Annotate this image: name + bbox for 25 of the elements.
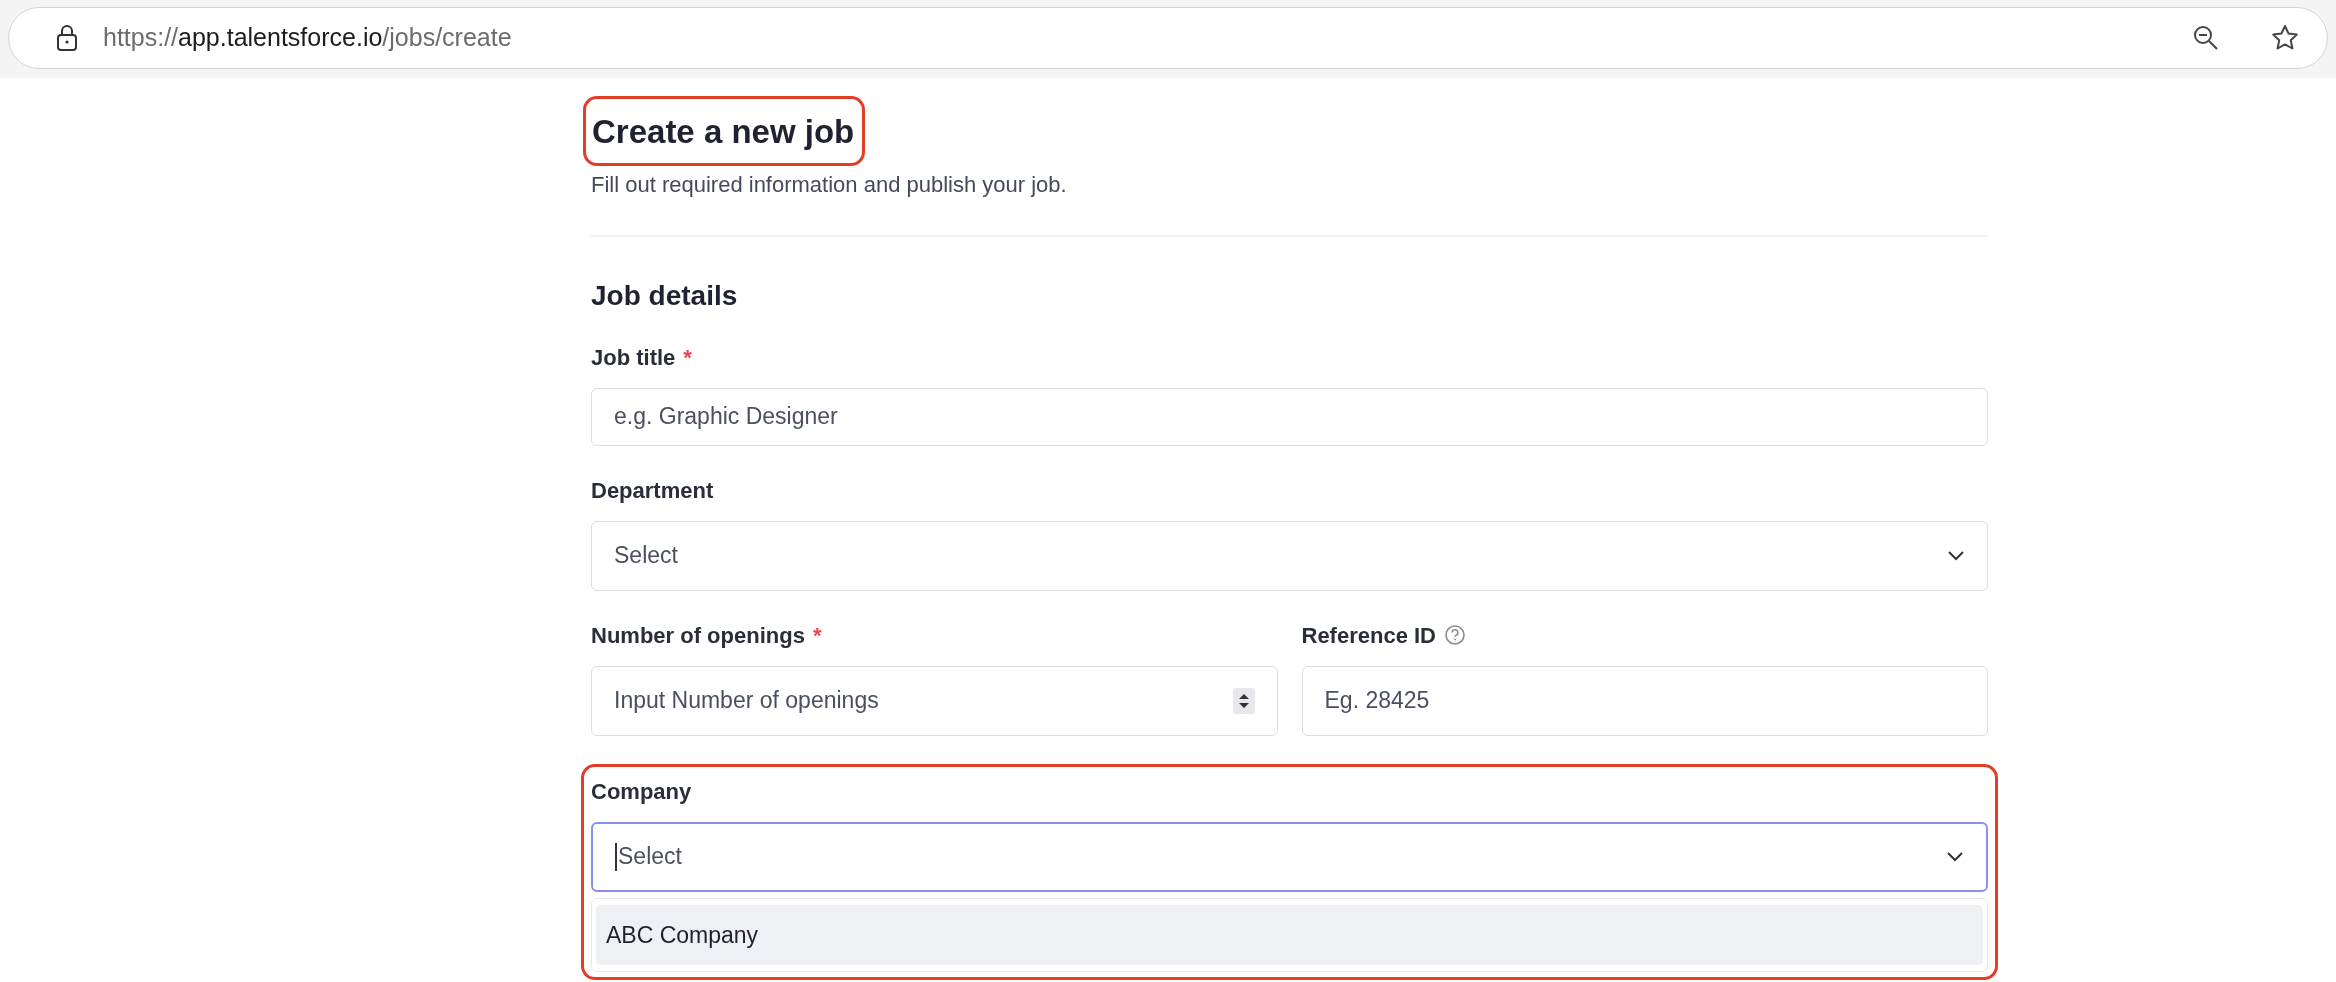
bookmark-star-icon[interactable] xyxy=(2271,24,2299,52)
chevron-down-icon xyxy=(1946,850,1964,863)
zoom-out-icon[interactable] xyxy=(2193,25,2219,51)
help-icon[interactable] xyxy=(1444,624,1466,646)
lock-icon xyxy=(55,24,79,52)
required-asterisk: * xyxy=(812,621,822,650)
number-field[interactable]: Input Number of openings xyxy=(591,665,1278,736)
field-label: Reference ID xyxy=(1301,621,1436,650)
input-field[interactable]: Eg. 28425 xyxy=(1301,665,1988,736)
page-title: Create a new job xyxy=(583,96,866,166)
dropdown-option[interactable]: ABC Company xyxy=(596,904,1983,965)
field-label: Job title xyxy=(591,343,676,372)
section-title: Job details xyxy=(591,278,739,313)
field-label: Department xyxy=(591,476,714,505)
address-bar[interactable]: https://app.talentsforce.io/jobs/create xyxy=(8,7,2328,69)
input-field[interactable]: e.g. Graphic Designer xyxy=(591,387,1988,446)
field-label: Company xyxy=(591,777,692,806)
required-asterisk: * xyxy=(683,343,692,372)
field-label: Number of openings xyxy=(591,621,805,650)
select-field[interactable]: Select xyxy=(591,520,1988,591)
chevron-down-icon xyxy=(1947,549,1965,562)
url-text: https://app.talentsforce.io/jobs/create xyxy=(103,22,512,54)
page-subtitle: Fill out required information and publish your job. xyxy=(591,170,1068,199)
spinner-icon[interactable] xyxy=(1232,687,1255,714)
select-field[interactable]: Select xyxy=(591,821,1988,892)
